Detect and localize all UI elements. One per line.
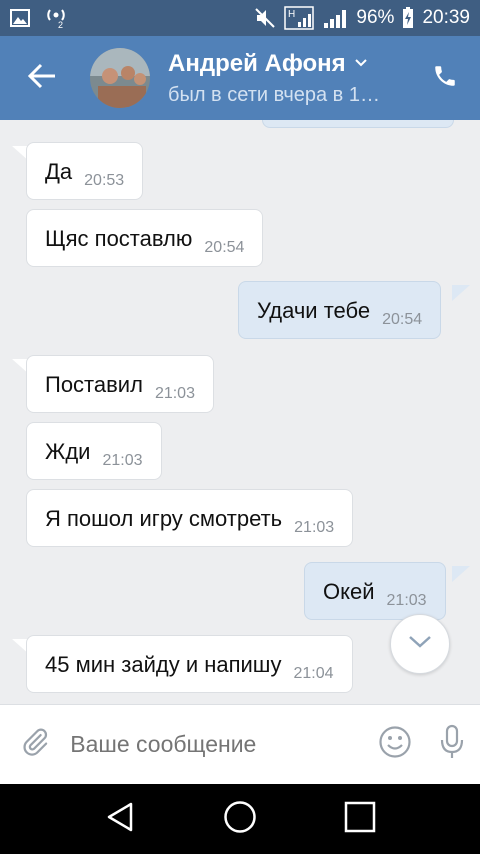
chat-title-block[interactable]: Андрей Афоня был в сети вчера в 19:41 (168, 50, 410, 107)
emoji-button[interactable] (366, 705, 423, 785)
message-text: Жди (45, 439, 91, 464)
message-composer (0, 704, 480, 784)
status-bar: 2 H 96% 20:39 (0, 0, 480, 36)
clock: 20:39 (422, 7, 470, 28)
hotspot-icon: 2 (44, 7, 68, 29)
battery-percent: 96% (356, 7, 395, 28)
chevron-down-icon (407, 634, 433, 655)
message-time: 20:54 (382, 311, 423, 328)
battery-icon (402, 7, 414, 29)
home-circle-icon (222, 799, 258, 840)
message-time: 20:53 (84, 172, 125, 189)
image-icon (10, 9, 30, 27)
message-text: Поставил (45, 372, 143, 397)
contact-name: Андрей Афоня (168, 49, 346, 77)
call-button[interactable] (410, 36, 480, 120)
chat-header: Андрей Афоня был в сети вчера в 19:41 (0, 36, 480, 120)
message-text: Щяс поставлю (45, 226, 193, 251)
paperclip-icon (20, 725, 50, 764)
microphone-button[interactable] (423, 705, 480, 785)
system-navigation-bar (0, 784, 480, 854)
recents-square-icon (343, 800, 377, 839)
message-bubble-partial (262, 120, 454, 128)
back-triangle-icon (103, 800, 137, 839)
message-bubble[interactable]: Да 20:53 (26, 142, 144, 200)
svg-text:H: H (288, 9, 295, 20)
message-time: 21:03 (154, 385, 195, 402)
phone-icon (432, 63, 458, 94)
nav-recents-button[interactable] (330, 789, 390, 849)
message-text: Окей (323, 579, 375, 604)
message-bubble[interactable]: Поставил 21:03 (26, 355, 214, 413)
back-button[interactable] (0, 36, 84, 120)
microphone-icon (438, 724, 466, 765)
svg-text:2: 2 (58, 20, 63, 29)
message-time: 21:04 (293, 665, 334, 682)
avatar[interactable] (90, 48, 150, 108)
message-input[interactable] (70, 731, 367, 758)
message-text: Я пошол игру смотреть (45, 506, 283, 531)
message-bubble[interactable]: Я пошол игру смотреть 21:03 (26, 489, 354, 547)
signal-icon (322, 7, 348, 29)
nav-home-button[interactable] (210, 789, 270, 849)
chevron-down-icon (354, 55, 368, 73)
message-bubble[interactable]: 45 мин зайду и напишу 21:04 (26, 635, 353, 693)
message-bubble[interactable]: Жди 21:03 (26, 422, 162, 480)
message-text: 45 мин зайду и напишу (45, 652, 282, 677)
message-time: 20:54 (204, 239, 245, 256)
message-bubble[interactable]: Щяс поставлю 20:54 (26, 209, 264, 267)
attach-button[interactable] (0, 705, 70, 785)
message-time: 21:03 (102, 452, 143, 469)
message-time: 21:03 (294, 519, 335, 536)
mute-icon (254, 7, 276, 29)
emoji-icon (378, 725, 412, 764)
back-arrow-icon (27, 63, 57, 94)
last-seen-status: был в сети вчера в 19:41 (168, 83, 388, 106)
h-signal-icon: H (284, 6, 315, 30)
message-text: Да (45, 159, 73, 184)
message-bubble[interactable]: Окей 21:03 (304, 562, 446, 620)
scroll-to-bottom-button[interactable] (390, 614, 450, 674)
nav-back-button[interactable] (90, 789, 150, 849)
message-text: Удачи тебе (257, 298, 371, 323)
message-bubble[interactable]: Удачи тебе 20:54 (238, 281, 442, 339)
